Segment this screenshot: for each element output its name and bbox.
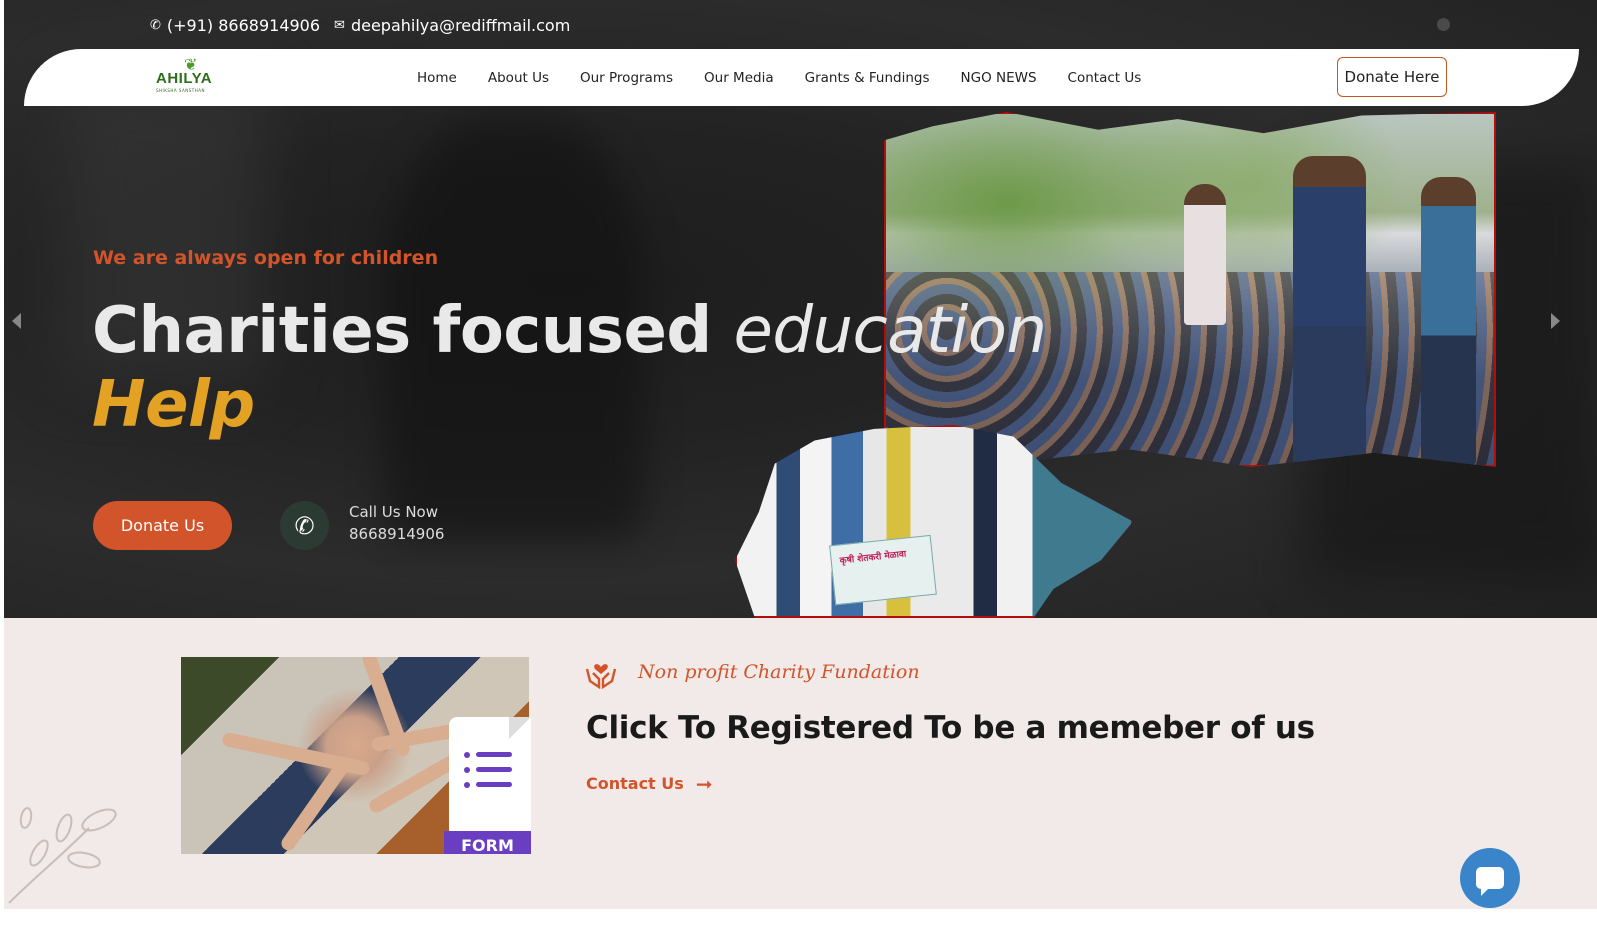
- top-contact-bar: ✆ (+91) 8668914906 ✉ deepahilya@rediffma…: [150, 14, 570, 36]
- headline-accent: Help: [92, 368, 255, 442]
- form-line: [476, 782, 512, 787]
- logo-name: AHILYA: [156, 70, 213, 87]
- top-indicator-dot: [1437, 18, 1450, 31]
- logo-subtitle: SHIKSHA SANSTHAN: [156, 88, 205, 93]
- register-section: FORM Non profit Charity Fundation Click …: [4, 618, 1597, 909]
- leaf-branch-decoration: [8, 807, 117, 904]
- phone-icon: ✆: [150, 17, 161, 33]
- donate-us-button[interactable]: Donate Us: [93, 501, 232, 550]
- nav-our-programs[interactable]: Our Programs: [580, 70, 673, 86]
- form-bullet: [464, 767, 470, 773]
- main-navbar: ❦ AHILYA SHIKSHA SANSTHAN Home About Us …: [24, 49, 1579, 106]
- nav-home[interactable]: Home: [417, 70, 457, 86]
- mail-icon: ✉: [334, 17, 345, 33]
- nav-our-media[interactable]: Our Media: [704, 70, 774, 86]
- photo-banner: कृषी शेतकरी मेळावा: [828, 535, 937, 607]
- section-title: Click To Registered To be a memeber of u…: [586, 710, 1315, 746]
- nav-contact-us[interactable]: Contact Us: [1068, 70, 1142, 86]
- nav-grants-fundings[interactable]: Grants & Fundings: [805, 70, 930, 86]
- chat-bubble-icon: [1476, 867, 1504, 896]
- form-line: [476, 752, 512, 757]
- nav-ngo-news[interactable]: NGO NEWS: [961, 70, 1037, 86]
- nav-menu: Home About Us Our Programs Our Media Gra…: [417, 49, 1172, 106]
- call-number[interactable]: 8668914906: [349, 525, 444, 543]
- hero-headline: Charities focused education Help: [92, 294, 1047, 442]
- photo-banner-text: कृषी शेतकरी मेळावा: [838, 549, 907, 567]
- form-page-corner: [509, 717, 531, 739]
- section-kicker: Non profit Charity Fundation: [638, 661, 920, 683]
- chat-widget-button[interactable]: [1460, 848, 1520, 908]
- contact-us-link[interactable]: Contact Us ➞: [586, 771, 713, 796]
- slider-next-icon[interactable]: [1551, 313, 1560, 329]
- top-email-text: deepahilya@rediffmail.com: [350, 15, 571, 35]
- charity-hands-heart-icon: [584, 659, 618, 690]
- form-document-icon: FORM: [444, 717, 531, 854]
- top-email[interactable]: ✉ deepahilya@rediffmail.com: [334, 16, 570, 35]
- photo-arm: [278, 754, 354, 854]
- form-tag: FORM: [444, 831, 531, 854]
- photo-figure: [1293, 156, 1367, 465]
- slider-prev-icon[interactable]: [12, 313, 21, 329]
- site-logo[interactable]: ❦ AHILYA SHIKSHA SANSTHAN: [156, 57, 216, 94]
- arrow-right-icon: ➞: [695, 771, 713, 796]
- top-phone[interactable]: ✆ (+91) 8668914906: [150, 16, 320, 35]
- phone-icon[interactable]: ✆: [280, 501, 329, 550]
- donate-here-button[interactable]: Donate Here: [1337, 57, 1447, 97]
- call-label: Call Us Now: [349, 503, 438, 521]
- form-bullet: [464, 752, 470, 758]
- photo-figure: [1421, 177, 1476, 465]
- photo-figure: [1183, 184, 1227, 325]
- hero-tagline: We are always open for children: [93, 247, 439, 269]
- form-line: [476, 767, 512, 772]
- headline-italic: education: [733, 294, 1047, 368]
- nav-about-us[interactable]: About Us: [488, 70, 549, 86]
- contact-us-link-label: Contact Us: [586, 774, 684, 793]
- headline-plain: Charities focused: [92, 294, 712, 368]
- top-phone-text: (+91) 8668914906: [166, 15, 321, 35]
- form-bullet: [464, 782, 470, 788]
